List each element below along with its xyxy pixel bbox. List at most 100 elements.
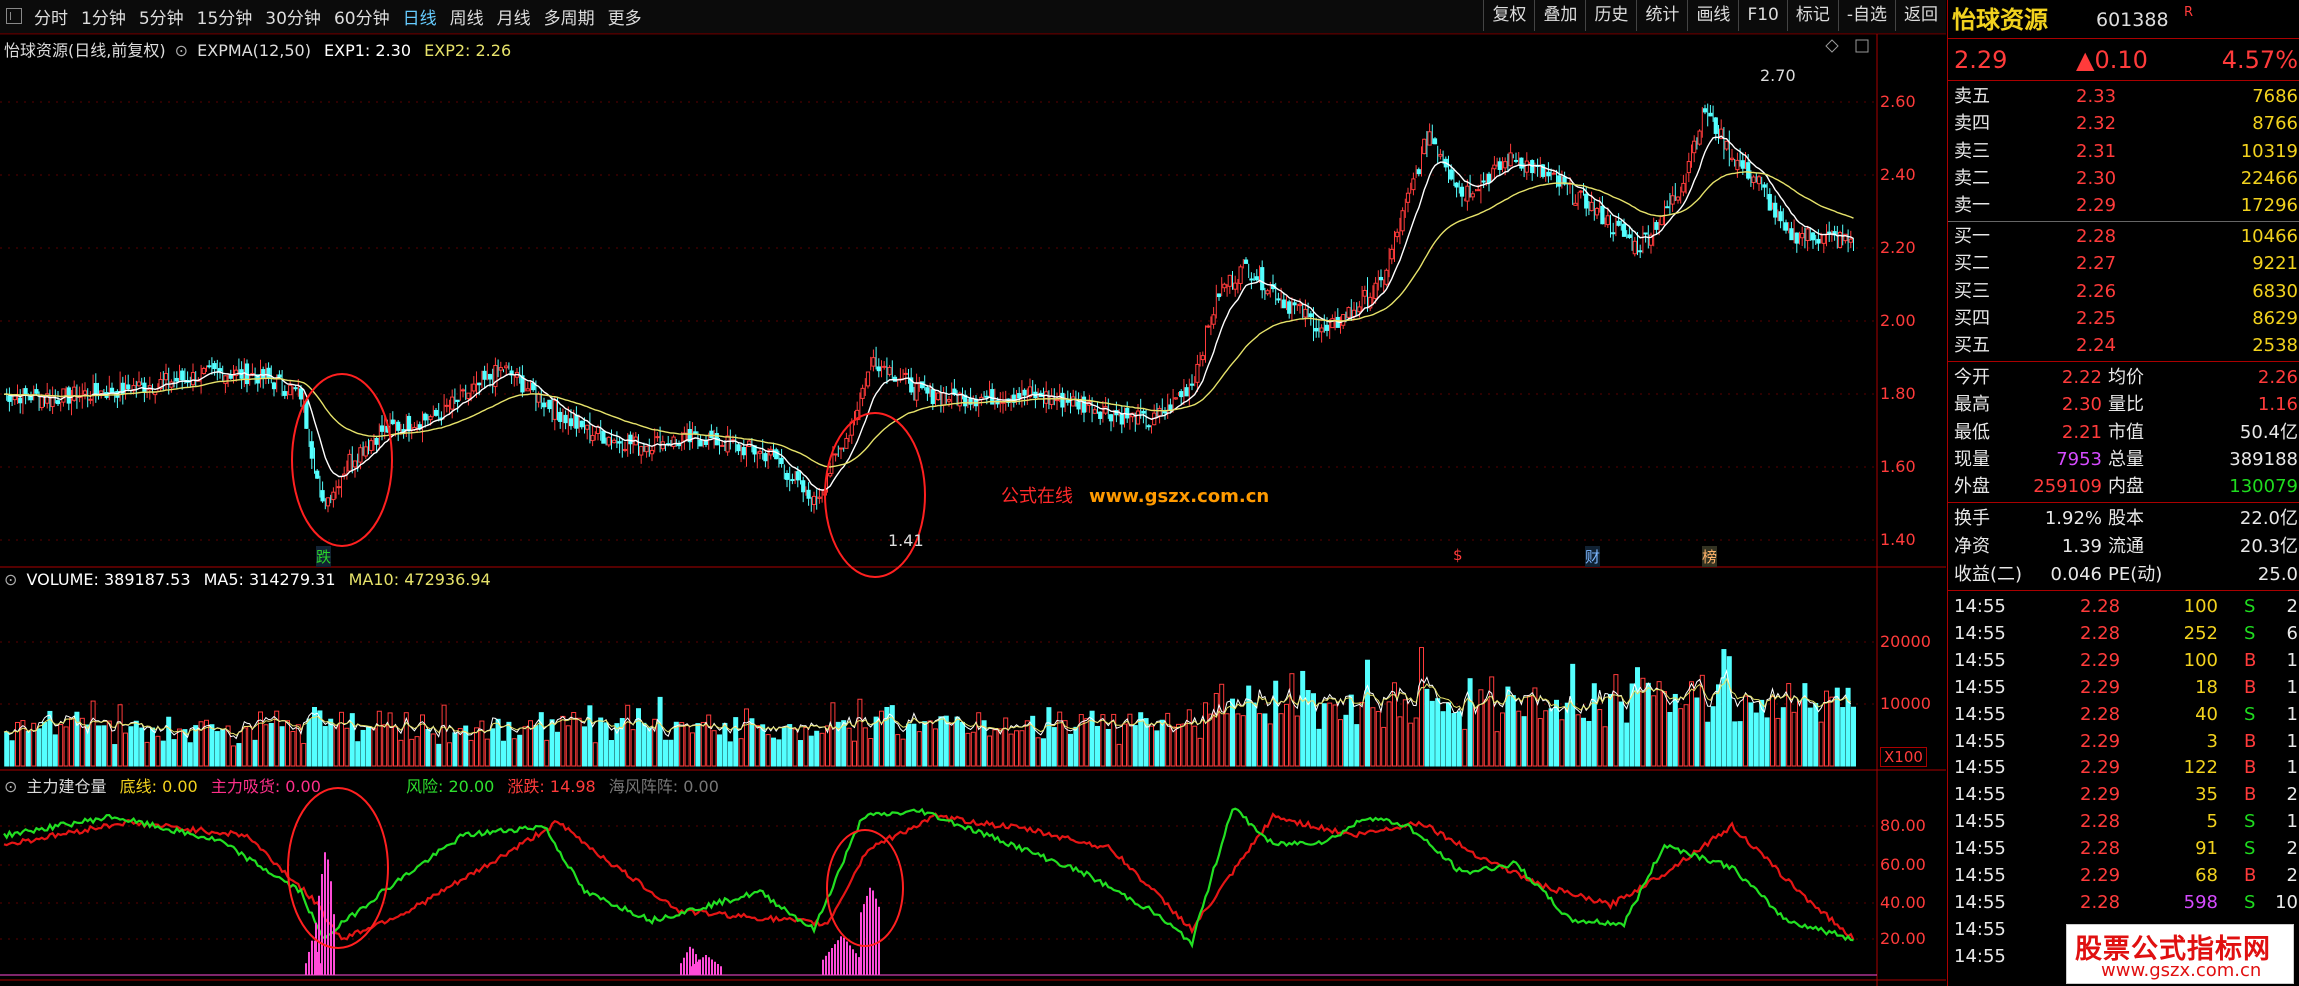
candle-body xyxy=(882,365,887,368)
tick-count: 1 xyxy=(2286,730,2298,752)
candle-body xyxy=(1341,314,1346,326)
stat-value: 2.21 xyxy=(2061,421,2102,443)
candle-body xyxy=(1584,193,1589,209)
volume-bar xyxy=(657,696,663,767)
zoom-icon[interactable] xyxy=(1855,39,1869,53)
candle-body xyxy=(1476,189,1481,192)
diamond-icon[interactable] xyxy=(1825,39,1839,53)
tick-time: 14:55 xyxy=(1954,757,2006,779)
volume-bar xyxy=(1111,713,1117,767)
candle-body xyxy=(1432,138,1438,145)
accumulation-bar xyxy=(866,895,868,975)
accumulation-bar xyxy=(875,898,877,975)
stat-value: 0.046 xyxy=(2050,564,2102,585)
volume-bar xyxy=(1246,685,1252,767)
stock-name: 怡球资源 xyxy=(1952,6,2048,34)
collapse-icon[interactable]: ⊙ xyxy=(4,570,17,589)
candle-body xyxy=(709,430,714,439)
volume-bar xyxy=(1397,716,1403,767)
indicator-title[interactable]: 主力建仓量 xyxy=(27,777,107,796)
candle-body xyxy=(1054,399,1060,402)
collapse-icon[interactable]: ⊙ xyxy=(175,41,188,60)
collapse-icon[interactable]: ⊙ xyxy=(4,777,17,796)
quote-row: 14:55 2.28 100 S 2 xyxy=(1948,594,2299,620)
volume-bar xyxy=(560,715,566,767)
marker-cai[interactable]: 财 xyxy=(1585,546,1601,567)
volume-bar xyxy=(69,717,74,767)
accumulation-bar xyxy=(315,922,317,975)
quote-row: 最高 2.30 量比 1.16 xyxy=(1948,392,2299,418)
volume-bar xyxy=(1073,726,1079,767)
marker-bang[interactable]: 榜 xyxy=(1702,546,1718,567)
flag-r: R xyxy=(2184,5,2194,20)
tick-side: S xyxy=(2244,838,2256,860)
candle-body xyxy=(1162,411,1168,414)
candle-body xyxy=(671,436,676,447)
tick-time: 14:55 xyxy=(1954,918,2006,940)
chart-area[interactable] xyxy=(0,0,1946,986)
volume-bar xyxy=(209,724,215,767)
marker-s[interactable]: $ xyxy=(1453,546,1463,564)
candle-body xyxy=(1557,175,1562,187)
candle-body xyxy=(579,420,584,428)
main-grid xyxy=(0,101,1877,940)
tick-count: 2 xyxy=(2286,784,2298,806)
tick-price: 2.29 xyxy=(2080,676,2121,698)
volume-bar xyxy=(1694,697,1700,767)
volume-bar xyxy=(447,742,452,767)
volume-bar xyxy=(1613,674,1619,767)
stat-value: 1.16 xyxy=(2257,394,2298,416)
marker-die[interactable]: 跌 xyxy=(316,546,332,567)
candle-body xyxy=(1492,164,1497,170)
volume-bar xyxy=(765,734,771,767)
volume-bar xyxy=(1105,728,1111,767)
indicator-name[interactable]: EXPMA(12,50) xyxy=(197,41,311,60)
candle-body xyxy=(536,393,541,403)
volume-bar xyxy=(582,726,587,767)
volume-bar xyxy=(511,738,517,767)
volume-bar xyxy=(1375,711,1381,767)
ask-price: 2.32 xyxy=(2076,113,2117,135)
candle-body xyxy=(1362,290,1367,297)
candle-body xyxy=(617,441,622,444)
tick-volume: 91 xyxy=(2195,838,2218,860)
tick-count: 1 xyxy=(2286,811,2298,833)
candle-body xyxy=(1146,425,1151,428)
accumulation-bar xyxy=(720,966,722,975)
accumulation-bar xyxy=(843,937,845,975)
stat-value: 50.4亿 xyxy=(2239,421,2298,443)
candle-body xyxy=(1017,393,1022,399)
tick-price: 2.28 xyxy=(2080,622,2121,644)
baseline-bar xyxy=(0,974,1877,976)
stat-value: 25.0 xyxy=(2257,564,2298,585)
axis-tick-label: 2.20 xyxy=(1880,238,1916,257)
candle-body xyxy=(736,444,741,452)
volume-bar xyxy=(301,742,307,767)
bid-label: 买四 xyxy=(1954,307,1990,329)
candle-body xyxy=(331,491,336,501)
stat-label: 均价 xyxy=(2108,367,2144,388)
candle-body xyxy=(1416,169,1421,175)
exp2-value: EXP2: 2.26 xyxy=(424,41,512,60)
candle-body xyxy=(455,399,460,402)
candle-body xyxy=(741,447,746,456)
volume-bar xyxy=(549,719,555,767)
volume-bar xyxy=(1170,726,1176,767)
candle-body xyxy=(1805,228,1810,241)
volume-bar xyxy=(1197,737,1203,767)
candle-body xyxy=(585,424,590,430)
tick-time: 14:55 xyxy=(1954,891,2006,913)
accumulation-bar xyxy=(311,940,313,975)
stat-label: 净资 xyxy=(1954,536,1990,557)
volume-bar xyxy=(1365,659,1370,767)
candle-body xyxy=(547,399,552,410)
candle-body xyxy=(817,496,822,499)
volume-bar xyxy=(538,712,544,767)
stat-value: 2.26 xyxy=(2257,367,2298,388)
volume-bar xyxy=(484,738,490,767)
candle-body xyxy=(525,388,530,392)
candle-body xyxy=(574,414,579,429)
candle-body xyxy=(590,435,595,442)
volume-bar xyxy=(177,728,182,767)
accumulation-bar xyxy=(705,955,707,975)
